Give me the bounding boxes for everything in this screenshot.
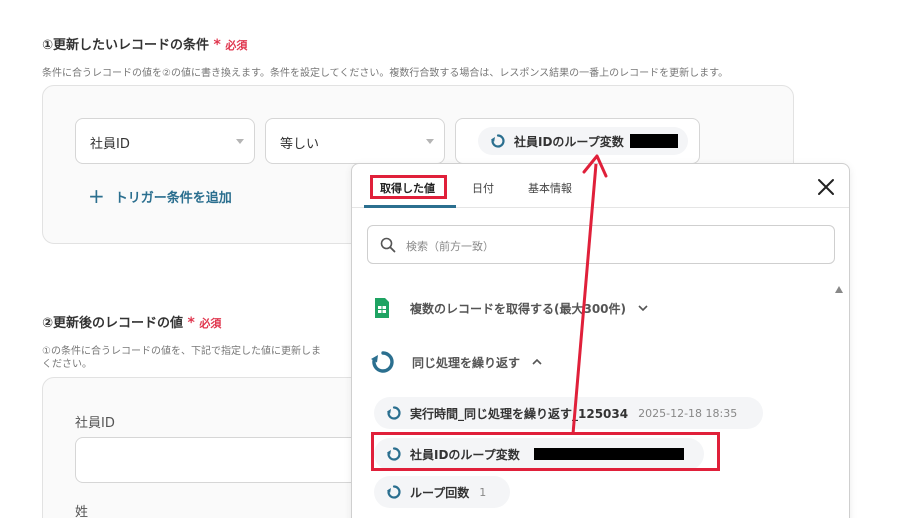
annotation-highlight-item	[371, 432, 720, 471]
group-loop-label: 同じ処理を繰り返す	[412, 355, 521, 370]
add-trigger-button[interactable]: + トリガー条件を追加	[88, 186, 232, 206]
annotation-highlight-tab	[370, 175, 447, 199]
required-label: 必須	[199, 317, 222, 330]
group-loop[interactable]: 同じ処理を繰り返す	[370, 349, 542, 375]
employee-id-label: 社員ID	[75, 416, 115, 431]
loop-icon	[491, 134, 505, 148]
section1-description: 条件に合うレコードの値を②の値に書き換えます。条件を設定してください。複数行合致…	[42, 68, 729, 79]
item-loop-count[interactable]: ループ回数 1	[374, 476, 511, 508]
section2-title-text: ②更新後のレコードの値	[42, 316, 184, 331]
required-label: 必須	[225, 39, 248, 52]
field-select[interactable]: 社員ID	[75, 118, 255, 164]
spreadsheet-icon	[375, 298, 389, 318]
field-select-value: 社員ID	[90, 137, 130, 152]
last-name-label: 姓	[75, 505, 89, 518]
plus-icon: +	[88, 184, 105, 208]
chevron-down-icon	[426, 139, 434, 144]
value-chip-label: 社員IDのループ変数	[514, 134, 624, 149]
loop-icon	[387, 406, 401, 420]
redacted-block	[629, 134, 678, 148]
item-loop-count-label: ループ回数	[410, 485, 470, 500]
chevron-down-icon	[638, 305, 648, 312]
section2-description-line2: ください。	[42, 359, 92, 370]
tab-date[interactable]: 日付	[472, 180, 494, 196]
active-tab-indicator	[364, 205, 456, 208]
section1-title-text: ①更新したいレコードの条件	[42, 38, 210, 53]
required-star: *	[213, 37, 221, 53]
operator-select-value: 等しい	[280, 137, 320, 152]
operator-select[interactable]: 等しい	[265, 118, 445, 164]
scroll-up-arrow-icon[interactable]	[835, 286, 843, 293]
loop-icon	[387, 485, 401, 499]
annotation-arrow	[571, 154, 608, 435]
item-execution-time-value: 2025-12-18 18:35	[638, 406, 738, 420]
loop-icon	[371, 351, 394, 373]
required-star: *	[187, 315, 195, 331]
search-icon	[380, 237, 396, 253]
chevron-down-icon	[236, 139, 244, 144]
chevron-up-icon	[532, 358, 542, 365]
item-loop-count-value: 1	[479, 485, 487, 499]
close-icon[interactable]	[817, 178, 835, 196]
section1-title: ①更新したいレコードの条件 * 必須	[42, 34, 247, 53]
search-placeholder: 検索（前方一致）	[406, 240, 494, 253]
add-trigger-label: トリガー条件を追加	[114, 190, 232, 206]
section2-title: ②更新後のレコードの値 * 必須	[42, 312, 221, 331]
